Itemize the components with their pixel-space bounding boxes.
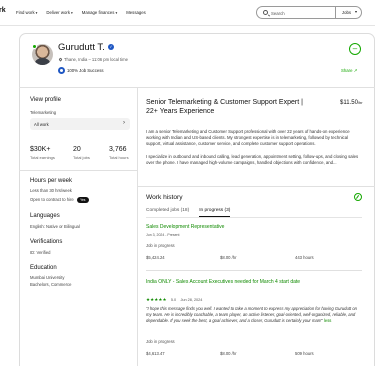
stat-label: Total earnings: [30, 155, 55, 160]
verifications-title: Verifications: [30, 239, 63, 245]
edit-pencil-icon[interactable]: [354, 193, 362, 201]
share-link[interactable]: Share: [341, 68, 357, 74]
location-pin-icon: [58, 57, 63, 62]
contract-to-hire: Open to contract to hire Yes: [30, 197, 89, 203]
job-title-link[interactable]: Sales Development Representative: [146, 224, 224, 230]
rating-stars-icon: ★★★★★: [146, 297, 167, 302]
client-review: "I hope this message finds you well. I w…: [146, 306, 360, 324]
nav-deliver-work[interactable]: Deliver work: [46, 10, 72, 15]
job-earned: $4,613.47: [146, 351, 165, 356]
job-date: Jun 28, 2024: [180, 298, 203, 302]
view-profile-telemarketing[interactable]: Telemarketing: [30, 110, 56, 115]
languages-title: Languages: [30, 213, 60, 219]
job-date: Jun 3, 2024 - Present: [146, 233, 180, 237]
stat-total-jobs: 20 Total jobs: [73, 146, 90, 160]
profile-name: Gurudutt T.: [58, 42, 105, 53]
more-options-button[interactable]: –: [349, 43, 361, 55]
hours-title: Hours per week: [30, 178, 73, 184]
header-divider: [19, 87, 375, 88]
column-divider: [137, 87, 138, 366]
education-title: Education: [30, 265, 57, 271]
job-hours: 509 hours: [295, 351, 314, 356]
work-history-title: Work history: [146, 194, 183, 201]
stat-label: Total jobs: [73, 155, 90, 160]
job-status: Job in progress: [146, 339, 175, 344]
nav-manage-finances[interactable]: Manage finances: [82, 10, 117, 15]
view-profile-all-work[interactable]: All work: [30, 118, 130, 130]
stat-value: 3,766: [109, 146, 127, 153]
job-rating: ★★★★★ 5.0 Jun 28, 2024: [146, 297, 202, 303]
tab-completed-jobs[interactable]: Completed jobs (18): [146, 208, 189, 217]
stat-value: $30K+: [30, 146, 51, 153]
search-bar[interactable]: Search Jobs: [256, 6, 362, 19]
rate-unit: /hr: [357, 100, 363, 105]
job-earned: $5,424.24: [146, 255, 165, 260]
job-success-badge: 100% Job Success: [58, 67, 104, 74]
language-item: English: Native or Bilingual: [30, 224, 80, 229]
view-profile-title: View profile: [30, 97, 61, 103]
review-less-link[interactable]: less: [324, 318, 331, 323]
verification-item: ID: Verified: [30, 250, 51, 255]
stat-value: 20: [73, 146, 81, 153]
school-name: Mumbai University: [30, 275, 65, 280]
overview-paragraph: I specialize in outbound and inbound cal…: [146, 153, 359, 165]
hours-value: Less than 30 hrs/week: [30, 188, 72, 193]
job-divider: [146, 270, 362, 271]
hourly-rate: $11.50/hr: [340, 100, 363, 106]
tab-in-progress[interactable]: In progress (3): [199, 208, 231, 217]
search-icon: [263, 10, 268, 15]
contract-text: Open to contract to hire: [30, 197, 74, 203]
job-hours: 443 hours: [295, 255, 314, 260]
search-input[interactable]: Search: [271, 11, 285, 16]
brand-logo[interactable]: rk: [0, 7, 6, 14]
nav-messages[interactable]: Messages: [126, 10, 146, 15]
stats-divider: [19, 170, 137, 171]
online-status-dot: [32, 44, 37, 49]
location-text: Thane, India – 11:06 pm local time: [64, 57, 128, 62]
stat-label: Total hours: [109, 155, 129, 160]
job-success-icon: [58, 67, 65, 74]
job-success-label: 100% Job Success: [67, 68, 104, 73]
job-rate: $8.00 /hr: [220, 351, 237, 356]
nav-find-work[interactable]: Find work: [16, 10, 37, 15]
verified-icon: ✓: [108, 44, 114, 50]
degree: Bachelors, Commerce: [30, 282, 72, 287]
profile-overview: I am a senior Telemarketing and Customer…: [146, 129, 362, 172]
job-status: Job in progress: [146, 243, 175, 248]
stat-total-hours: 3,766 Total hours: [109, 146, 129, 160]
search-scope-select[interactable]: Jobs: [334, 6, 361, 19]
stat-total-earnings: $30K+ Total earnings: [30, 146, 55, 160]
nav-links: Find work Deliver work Manage finances M…: [16, 10, 146, 15]
top-nav: rk Find work Deliver work Manage finance…: [0, 0, 375, 26]
rate-value: $11.50: [340, 100, 358, 106]
job-rate: $8.00 /hr: [220, 255, 237, 260]
tabs-underline: [146, 217, 362, 218]
job-title-link[interactable]: India ONLY - Sales Account Executives ne…: [146, 279, 300, 285]
profile-headline: Senior Telemarketing & Customer Support …: [146, 99, 303, 115]
contract-toggle[interactable]: Yes: [76, 197, 89, 203]
overview-paragraph: I am a senior Telemarketing and Customer…: [146, 129, 350, 147]
work-history-tabs: Completed jobs (18) In progress (3): [146, 208, 231, 217]
profile-location: Thane, India – 11:06 pm local time: [58, 57, 128, 62]
overview-divider: [137, 186, 375, 187]
rating-value: 5.0: [170, 298, 177, 302]
